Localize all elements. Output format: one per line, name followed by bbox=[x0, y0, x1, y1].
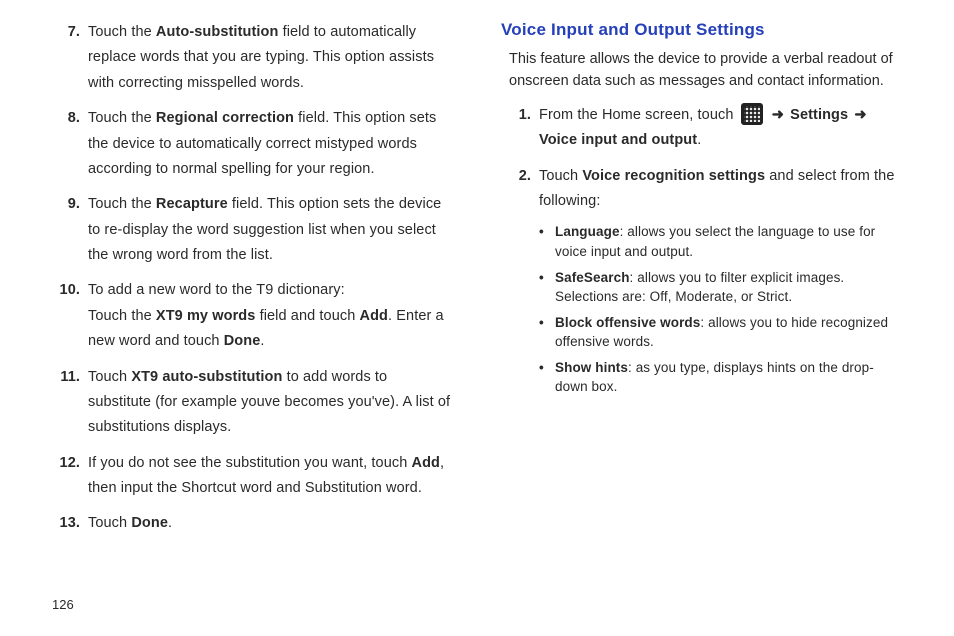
bold-text: Add bbox=[360, 308, 389, 324]
bold-text: XT9 my words bbox=[156, 308, 256, 324]
numbered-list-right: 1.From the Home screen, touch ➜ Settings… bbox=[501, 103, 904, 403]
bullet-item: •Language: allows you select the languag… bbox=[539, 222, 904, 261]
page-number: 126 bbox=[52, 597, 74, 612]
bold-text: SafeSearch bbox=[555, 270, 630, 285]
manual-page: 7.Touch the Auto-substitution field to a… bbox=[0, 0, 954, 636]
bold-text: Voice input and output bbox=[539, 132, 697, 148]
arrow-right-icon: ➜ bbox=[852, 107, 868, 123]
bold-text: Add bbox=[412, 455, 441, 471]
list-item: 12.If you do not see the substitution yo… bbox=[50, 451, 453, 502]
left-column: 7.Touch the Auto-substitution field to a… bbox=[50, 20, 453, 636]
list-body: To add a new word to the T9 dictionary:T… bbox=[88, 278, 453, 354]
bullet-item: •SafeSearch: allows you to filter explic… bbox=[539, 268, 904, 307]
section-heading: Voice Input and Output Settings bbox=[501, 20, 904, 40]
list-number: 13. bbox=[50, 511, 88, 536]
list-item: 11.Touch XT9 auto-substitution to add wo… bbox=[50, 365, 453, 441]
bold-text: Done bbox=[224, 333, 261, 349]
bold-text: Language bbox=[555, 224, 620, 239]
bold-text: Settings bbox=[790, 107, 848, 123]
bold-text: Done bbox=[131, 515, 168, 531]
apps-grid-icon bbox=[741, 103, 763, 125]
list-number: 12. bbox=[50, 451, 88, 502]
list-number: 11. bbox=[50, 365, 88, 441]
list-item: 2.Touch Voice recognition settings and s… bbox=[501, 164, 904, 403]
list-body: From the Home screen, touch ➜ Settings ➜… bbox=[539, 103, 904, 154]
bold-text: Recapture bbox=[156, 196, 228, 212]
list-item: 1.From the Home screen, touch ➜ Settings… bbox=[501, 103, 904, 154]
list-body: Touch Done. bbox=[88, 511, 453, 536]
bold-text: Voice recognition settings bbox=[582, 168, 765, 184]
list-body: Touch XT9 auto-substitution to add words… bbox=[88, 365, 453, 441]
bullet-item: •Show hints: as you type, displays hints… bbox=[539, 358, 904, 397]
list-number: 10. bbox=[50, 278, 88, 354]
list-number: 9. bbox=[50, 192, 88, 268]
bold-text: Regional correction bbox=[156, 110, 294, 126]
bold-text: Block offensive words bbox=[555, 315, 700, 330]
bold-text: Show hints bbox=[555, 360, 628, 375]
bullet-dot: • bbox=[539, 358, 555, 397]
list-item: 13.Touch Done. bbox=[50, 511, 453, 536]
list-number: 2. bbox=[501, 164, 539, 403]
list-item: 7.Touch the Auto-substitution field to a… bbox=[50, 20, 453, 96]
list-item: 8.Touch the Regional correction field. T… bbox=[50, 106, 453, 182]
list-body: If you do not see the substitution you w… bbox=[88, 451, 453, 502]
arrow-right-icon: ➜ bbox=[770, 107, 786, 123]
list-body: Touch Voice recognition settings and sel… bbox=[539, 164, 904, 403]
list-item: 9.Touch the Recapture field. This option… bbox=[50, 192, 453, 268]
bullet-body: Show hints: as you type, displays hints … bbox=[555, 358, 904, 397]
bold-text: XT9 auto-substitution bbox=[131, 369, 282, 385]
list-number: 1. bbox=[501, 103, 539, 154]
bullet-list: •Language: allows you select the languag… bbox=[539, 222, 904, 397]
list-body: Touch the Auto-substitution field to aut… bbox=[88, 20, 453, 96]
bullet-dot: • bbox=[539, 222, 555, 261]
section-intro: This feature allows the device to provid… bbox=[509, 48, 904, 93]
list-item: 10.To add a new word to the T9 dictionar… bbox=[50, 278, 453, 354]
bullet-body: Language: allows you select the language… bbox=[555, 222, 904, 261]
bullet-dot: • bbox=[539, 313, 555, 352]
bullet-body: Block offensive words: allows you to hid… bbox=[555, 313, 904, 352]
bullet-item: •Block offensive words: allows you to hi… bbox=[539, 313, 904, 352]
list-number: 8. bbox=[50, 106, 88, 182]
list-body: Touch the Regional correction field. Thi… bbox=[88, 106, 453, 182]
numbered-list-left: 7.Touch the Auto-substitution field to a… bbox=[50, 20, 453, 537]
bullet-dot: • bbox=[539, 268, 555, 307]
list-number: 7. bbox=[50, 20, 88, 96]
right-column: Voice Input and Output Settings This fea… bbox=[501, 20, 904, 636]
list-body: Touch the Recapture field. This option s… bbox=[88, 192, 453, 268]
bold-text: Auto-substitution bbox=[156, 24, 279, 40]
bullet-body: SafeSearch: allows you to filter explici… bbox=[555, 268, 904, 307]
